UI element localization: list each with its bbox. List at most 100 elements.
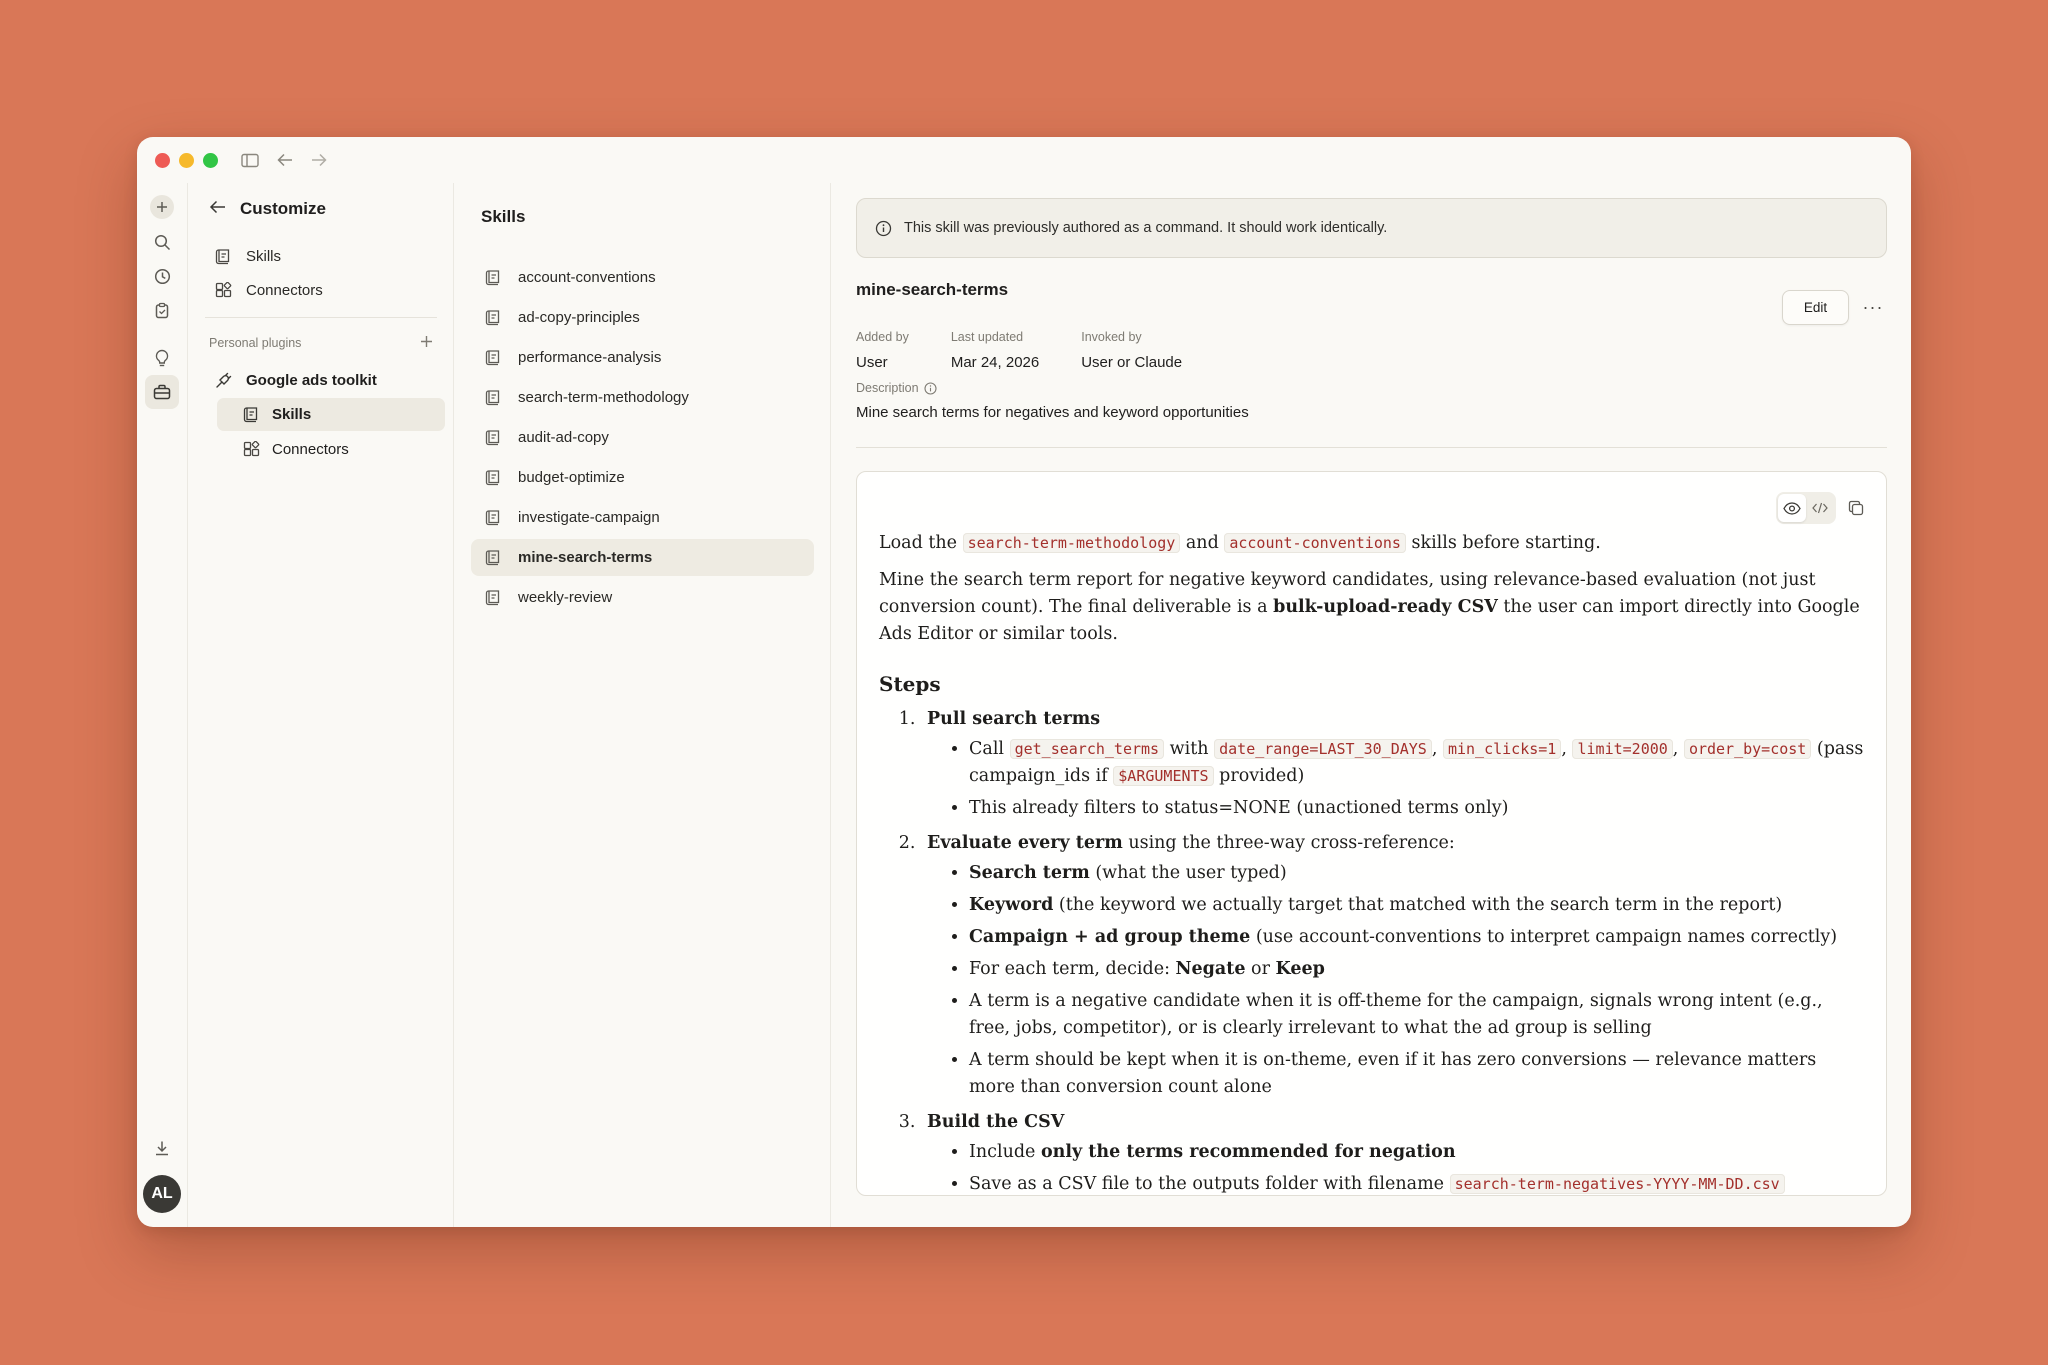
meta-value: User [856,354,888,371]
skill-item-audit-ad-copy[interactable]: audit-ad-copy [471,419,814,456]
description-label-row: Description [856,381,1887,395]
skills-list-panel: Skills account-conventions ad-copy-princi… [455,183,831,1227]
history-button[interactable] [145,259,179,293]
nav-item-label: Skills [246,247,282,265]
skill-detail: This skill was previously authored as a … [832,183,1911,1227]
meta-label: Last updated [950,330,1024,344]
minimize-window-button[interactable] [179,152,194,168]
more-options-icon[interactable]: ··· [1859,294,1887,322]
avatar[interactable]: AL [143,1175,181,1213]
step-item: Evaluate every term using the three-way … [921,830,1864,1101]
bullet-item: Save as a CSV file to the outputs folder… [969,1171,1864,1195]
source-view-button[interactable] [1806,494,1834,522]
connectors-icon [243,441,260,457]
inline-code: search-term-methodology [962,533,1181,553]
plugin-item-connectors[interactable]: Connectors [217,433,445,466]
search-icon [154,234,170,250]
step-bullets: Search term (what the user typed) Keywor… [927,860,1864,1101]
ideas-button[interactable] [145,341,179,375]
skill-item-label: weekly-review [518,589,613,606]
skill-item-search-term-methodology[interactable]: search-term-methodology [471,379,814,416]
app-window: AL Customize Skills Connectors Personal … [137,137,1911,1227]
customize-button[interactable] [145,375,179,409]
skill-item-account-conventions[interactable]: account-conventions [471,259,814,296]
new-chat-button[interactable] [150,195,174,219]
skill-item-investigate-campaign[interactable]: investigate-campaign [471,499,814,536]
meta-label: Added by [856,330,909,344]
skill-meta: Added by User Last updated Mar 24, 2026 … [856,330,1887,371]
edit-button[interactable]: Edit [1782,290,1849,325]
plugin-item-label: Skills [272,406,312,423]
step-item: Build the CSV Include only the terms rec… [921,1109,1864,1195]
sidebar-toggle-icon[interactable] [241,153,259,168]
plugin-item-skills[interactable]: Skills [217,398,445,431]
title-bar [137,137,1911,183]
plugin-item-label: Connectors [272,441,349,458]
search-button[interactable] [145,225,179,259]
bullet-item: A term is a negative candidate when it i… [969,988,1864,1042]
inline-code: get_search_terms [1009,739,1165,759]
bold-text: only the terms recommended for negation [1040,1142,1456,1162]
forward-arrow-icon[interactable] [311,153,327,167]
nav-item-skills[interactable]: Skills [189,239,453,273]
bold-text: Keyword [969,895,1054,915]
text: , [1672,739,1684,759]
text: (the keyword we actually target that mat… [1053,895,1783,915]
skill-item-performance-analysis[interactable]: performance-analysis [471,339,814,376]
nav-item-connectors[interactable]: Connectors [189,273,453,307]
skill-item-label: audit-ad-copy [518,429,609,446]
meta-invoked-by: Invoked by User or Claude [1081,330,1182,371]
skill-file-icon [485,589,502,606]
inline-code: min_clicks=1 [1442,739,1562,759]
header-actions: Edit ··· [1782,290,1887,325]
bullet-item: Include only the terms recommended for n… [969,1139,1864,1166]
skill-item-label: mine-search-terms [518,549,653,566]
info-icon[interactable] [923,381,937,395]
bullet-item: Search term (what the user typed) [969,860,1864,887]
back-arrow-icon[interactable] [277,153,293,167]
back-icon[interactable] [209,200,226,219]
tasks-button[interactable] [145,293,179,327]
download-button[interactable] [145,1131,179,1165]
steps-list: Pull search terms Call get_search_terms … [879,706,1864,1195]
text: (use account-conventions to interpret ca… [1250,927,1838,947]
content-toolbar [1776,492,1864,524]
step-bullets: Include only the terms recommended for n… [927,1139,1864,1195]
plugin-google-ads-toolkit[interactable]: Google ads toolkit [189,362,453,398]
step-title: Evaluate every term [927,833,1123,853]
preview-view-button[interactable] [1778,494,1806,522]
clock-icon [154,268,170,284]
skills-icon [243,407,258,423]
step-title: Pull search terms [927,709,1101,729]
text: provided) [1213,766,1305,786]
bullet-item: Campaign + ad group theme (use account-c… [969,924,1864,951]
text: For each term, decide: [969,959,1176,979]
skill-item-budget-optimize[interactable]: budget-optimize [471,459,814,496]
copy-icon[interactable] [1848,500,1864,516]
divider [205,317,437,318]
plug-icon [216,372,232,388]
lightbulb-icon [155,349,169,367]
icon-rail: AL [137,183,188,1227]
skill-item-weekly-review[interactable]: weekly-review [471,579,814,616]
skill-file-icon [485,269,502,286]
inline-code: account-conventions [1224,533,1406,553]
skill-item-ad-copy-principles[interactable]: ad-copy-principles [471,299,814,336]
skill-file-icon [485,509,502,526]
add-plugin-icon[interactable] [420,335,433,351]
plus-icon [157,202,167,212]
skills-icon [215,248,230,264]
step-title: Build the CSV [927,1112,1065,1132]
notice-text: This skill was previously authored as a … [904,220,1388,236]
bold-text: Search term [969,863,1090,883]
zoom-window-button[interactable] [203,152,218,168]
skill-file-icon [485,549,502,566]
code-icon [1812,502,1828,514]
view-mode-toggle [1776,492,1836,524]
skill-item-mine-search-terms[interactable]: mine-search-terms [471,539,814,576]
skill-item-label: budget-optimize [518,469,625,486]
step-item: Pull search terms Call get_search_terms … [921,706,1864,822]
connectors-icon [215,281,232,297]
skill-name: mine-search-terms [856,280,1009,299]
close-window-button[interactable] [155,152,170,168]
